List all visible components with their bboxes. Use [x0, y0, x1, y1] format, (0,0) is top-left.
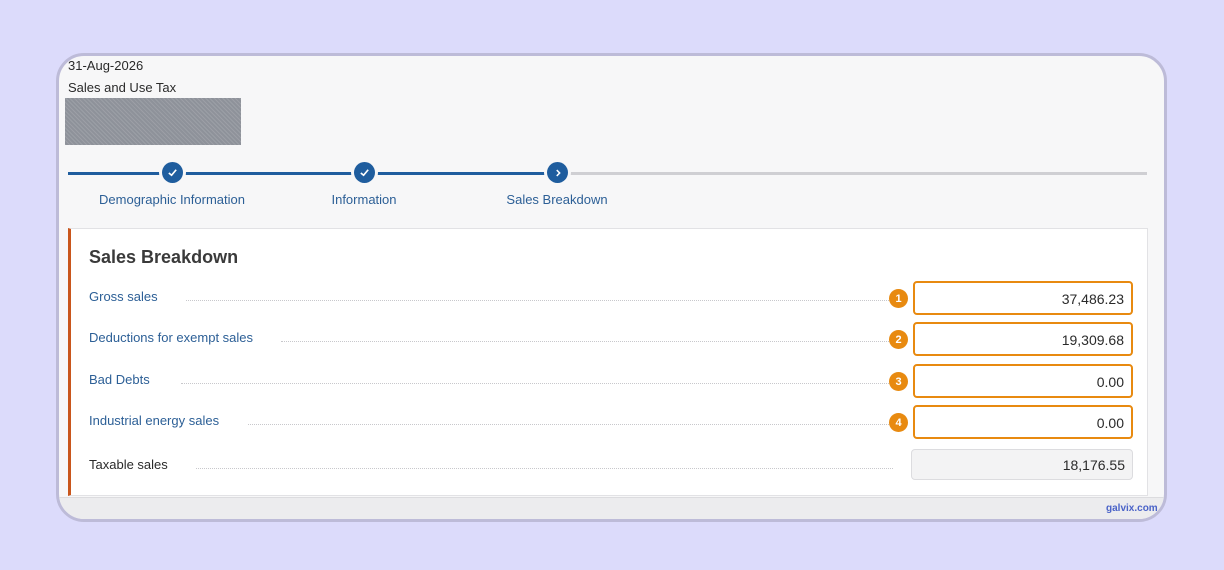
stepper-track-complete: [68, 172, 548, 175]
industrial-energy-sales-input[interactable]: 0.00: [913, 405, 1133, 439]
watermark-text: galvix.com: [1106, 503, 1158, 514]
gross-sales-input[interactable]: 37,486.23: [913, 281, 1133, 315]
document-type: Sales and Use Tax: [68, 80, 177, 95]
row-deductions-exempt-sales: Deductions for exempt sales 2 19,309.68: [71, 322, 1147, 356]
badge-3: 3: [889, 372, 908, 391]
leader-dots: [196, 468, 893, 469]
row-gross-sales: Gross sales 1 37,486.23: [71, 281, 1147, 315]
stepper-track-remaining: [569, 172, 1147, 175]
bad-debts-input[interactable]: 0.00: [913, 364, 1133, 398]
taxable-sales-label: Taxable sales: [89, 457, 174, 472]
filing-date: 31-Aug-2026: [68, 58, 144, 73]
app-window: 31-Aug-2026 Sales and Use Tax Demographi…: [56, 53, 1167, 522]
badge-1: 1: [889, 289, 908, 308]
step-information[interactable]: Information: [331, 192, 396, 207]
step-2-check-icon[interactable]: [354, 162, 375, 183]
row-bad-debts: Bad Debts 3 0.00: [71, 364, 1147, 398]
leader-dots: [181, 383, 893, 384]
leader-dots: [281, 341, 893, 342]
leader-dots: [248, 424, 893, 425]
row-taxable-sales: Taxable sales 18,176.55: [71, 449, 1147, 483]
industrial-energy-sales-label: Industrial energy sales: [89, 413, 226, 428]
sales-breakdown-card: Sales Breakdown Gross sales 1 37,486.23 …: [68, 228, 1148, 496]
taxable-sales-value: 18,176.55: [911, 449, 1133, 480]
gross-sales-label: Gross sales: [89, 289, 164, 304]
card-title: Sales Breakdown: [89, 247, 239, 267]
step-demographic-information[interactable]: Demographic Information: [99, 192, 245, 207]
step-3-chevron-right-icon[interactable]: [547, 162, 568, 183]
badge-2: 2: [889, 330, 908, 349]
deductions-exempt-sales-input[interactable]: 19,309.68: [913, 322, 1133, 356]
leader-dots: [186, 300, 893, 301]
row-industrial-energy-sales: Industrial energy sales 4 0.00: [71, 405, 1147, 439]
deductions-exempt-sales-label: Deductions for exempt sales: [89, 330, 260, 345]
step-sales-breakdown[interactable]: Sales Breakdown: [506, 192, 607, 207]
bottom-bar: [59, 497, 1164, 519]
bad-debts-label: Bad Debts: [89, 372, 156, 387]
step-1-check-icon[interactable]: [162, 162, 183, 183]
badge-4: 4: [889, 413, 908, 432]
redacted-block: [65, 98, 241, 145]
